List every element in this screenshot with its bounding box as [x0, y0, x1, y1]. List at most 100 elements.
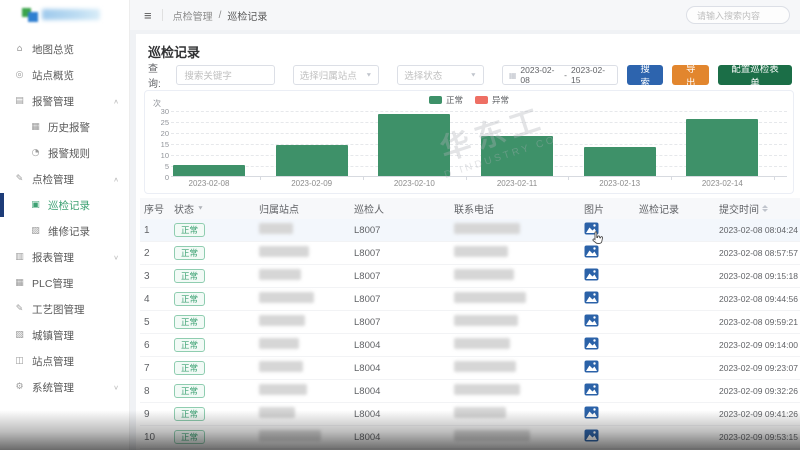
- sidebar-item-history-alarm[interactable]: ▦ 历史报警: [0, 114, 129, 140]
- image-icon[interactable]: [584, 337, 599, 350]
- image-icon[interactable]: [584, 360, 599, 373]
- sidebar-item-inspection-management[interactable]: ✎ 点检管理∧: [0, 166, 129, 192]
- sidebar-item-system-management[interactable]: ⚙ 系统管理∨: [0, 374, 129, 400]
- x-axis-tick-label: 2023-02-14: [677, 179, 767, 188]
- column-header-3: 归属站点: [255, 201, 350, 216]
- sidebar-item-site-management[interactable]: ◫ 站点管理: [0, 348, 129, 374]
- cell-image[interactable]: [580, 429, 635, 445]
- global-search-input[interactable]: 请输入搜索内容: [686, 6, 790, 24]
- x-axis-tick: [260, 177, 261, 180]
- sidebar-item-site-overview[interactable]: ◎ 站点概览: [0, 62, 129, 88]
- bar-2023-02-08[interactable]: [173, 165, 245, 176]
- sidebar-item-repair-records[interactable]: ▨ 维修记录: [0, 218, 129, 244]
- divider: [162, 9, 163, 21]
- cell-index: 9: [140, 409, 170, 420]
- breadcrumb-section[interactable]: 点检管理: [173, 8, 213, 23]
- legend-item-normal[interactable]: 正常: [429, 94, 463, 106]
- cell-image[interactable]: [580, 245, 635, 261]
- cell-submit-time: 2023-02-09 09:53:15: [715, 432, 800, 442]
- image-icon[interactable]: [584, 314, 599, 327]
- table-row: 4 正常 L8007 2023-02-08 09:44:56: [140, 288, 800, 311]
- main-panel: 巡检记录 查询: 搜索关键字 选择归属站点▼ 选择状态▼ ▦ 2023-02-0…: [136, 34, 800, 450]
- bar-2023-02-14[interactable]: [686, 119, 758, 176]
- cell-image[interactable]: [580, 360, 635, 376]
- status-select[interactable]: 选择状态▼: [397, 65, 484, 85]
- cell-submit-time: 2023-02-09 09:32:26: [715, 386, 800, 396]
- cell-inspector: L8004: [350, 340, 450, 351]
- cell-image[interactable]: [580, 314, 635, 330]
- sidebar-item-town-management[interactable]: ▧ 城镇管理: [0, 322, 129, 348]
- cell-image[interactable]: [580, 337, 635, 353]
- sidebar-item-label: 报表管理: [32, 250, 74, 265]
- export-button[interactable]: 导出: [672, 65, 709, 85]
- x-axis-tick: [466, 177, 467, 180]
- sidebar-item-map-overview[interactable]: ⌂ 地图总览: [0, 36, 129, 62]
- y-axis-tick-label: 25: [147, 118, 169, 127]
- column-header-2[interactable]: 状态▼: [170, 201, 255, 216]
- sidebar-item-label: 报警规则: [48, 146, 90, 161]
- bar-2023-02-10[interactable]: [378, 114, 450, 176]
- column-header-1: 序号: [140, 201, 170, 216]
- cell-inspector: L8007: [350, 271, 450, 282]
- legend-swatch: [475, 96, 488, 104]
- site-redacted: [259, 292, 314, 303]
- page-title: 巡检记录: [148, 42, 200, 61]
- image-icon[interactable]: [584, 406, 599, 419]
- legend-item-abnormal[interactable]: 异常: [475, 94, 509, 106]
- column-header-8[interactable]: 提交时间: [715, 201, 800, 216]
- search-button[interactable]: 搜索: [627, 65, 664, 85]
- app-logo: [0, 0, 129, 28]
- phone-redacted: [454, 430, 530, 441]
- map-overview-icon: ⌂: [14, 44, 25, 54]
- date-range-picker[interactable]: ▦ 2023-02-08 - 2023-02-15: [502, 65, 618, 85]
- cell-index: 1: [140, 225, 170, 236]
- sidebar-item-inspection-records[interactable]: ▣ 巡检记录: [0, 192, 129, 218]
- status-filter-icon[interactable]: ▼: [197, 206, 204, 212]
- bar-2023-02-11[interactable]: [481, 136, 553, 176]
- cell-image[interactable]: [580, 406, 635, 422]
- cell-inspector: L8004: [350, 432, 450, 443]
- site-select[interactable]: 选择归属站点▼: [293, 65, 380, 85]
- image-icon[interactable]: [584, 383, 599, 396]
- cell-image[interactable]: [580, 291, 635, 307]
- column-header-7: 巡检记录: [635, 201, 715, 216]
- cell-index: 8: [140, 386, 170, 397]
- sidebar-collapse-icon[interactable]: ≡: [144, 9, 152, 22]
- y-axis-tick-label: 20: [147, 129, 169, 138]
- sort-icon[interactable]: [762, 205, 768, 212]
- table-row: 8 正常 L8004 2023-02-09 09:32:26: [140, 380, 800, 403]
- status-badge: 正常: [174, 269, 205, 283]
- image-icon[interactable]: [584, 268, 599, 281]
- sidebar-item-label: PLC管理: [32, 276, 73, 291]
- y-axis-tick-label: 30: [147, 107, 169, 116]
- sidebar-item-plc-management[interactable]: ▦ PLC管理: [0, 270, 129, 296]
- cell-image[interactable]: [580, 383, 635, 399]
- sidebar-item-alarm-rules[interactable]: ◔ 报警规则: [0, 140, 129, 166]
- bar-2023-02-09[interactable]: [276, 145, 348, 176]
- configure-inspection-form-button[interactable]: 配置巡检表单: [718, 65, 792, 85]
- sidebar-item-label: 站点概览: [32, 68, 74, 83]
- cell-image[interactable]: [580, 268, 635, 284]
- keyword-input[interactable]: 搜索关键字: [176, 65, 274, 85]
- site-redacted: [259, 430, 321, 441]
- sidebar-item-report-management[interactable]: ▥ 报表管理∨: [0, 244, 129, 270]
- sidebar-item-alarm-management[interactable]: ▤ 报警管理∧: [0, 88, 129, 114]
- cell-submit-time: 2023-02-08 08:57:57: [715, 248, 800, 258]
- image-icon[interactable]: [584, 291, 599, 304]
- table-row: 5 正常 L8007 2023-02-08 09:59:21: [140, 311, 800, 334]
- cell-index: 2: [140, 248, 170, 259]
- sidebar-item-label: 地图总览: [32, 42, 74, 57]
- column-header-4: 巡检人: [350, 201, 450, 216]
- cell-image[interactable]: [580, 222, 635, 238]
- chart-legend: 正常 异常: [145, 94, 793, 106]
- sidebar-item-process-diagram[interactable]: ✎ 工艺图管理: [0, 296, 129, 322]
- bar-2023-02-13[interactable]: [584, 147, 656, 176]
- table-row: 3 正常 L8007 2023-02-08 09:15:18: [140, 265, 800, 288]
- sidebar-item-label: 系统管理: [32, 380, 74, 395]
- image-icon[interactable]: [584, 429, 599, 442]
- status-badge: 正常: [174, 361, 205, 375]
- x-axis-tick-label: 2023-02-08: [164, 179, 254, 188]
- image-icon[interactable]: [584, 245, 599, 258]
- table-row: 10 正常 L8004 2023-02-09 09:53:15: [140, 426, 800, 449]
- sidebar-item-label: 维修记录: [48, 224, 90, 239]
